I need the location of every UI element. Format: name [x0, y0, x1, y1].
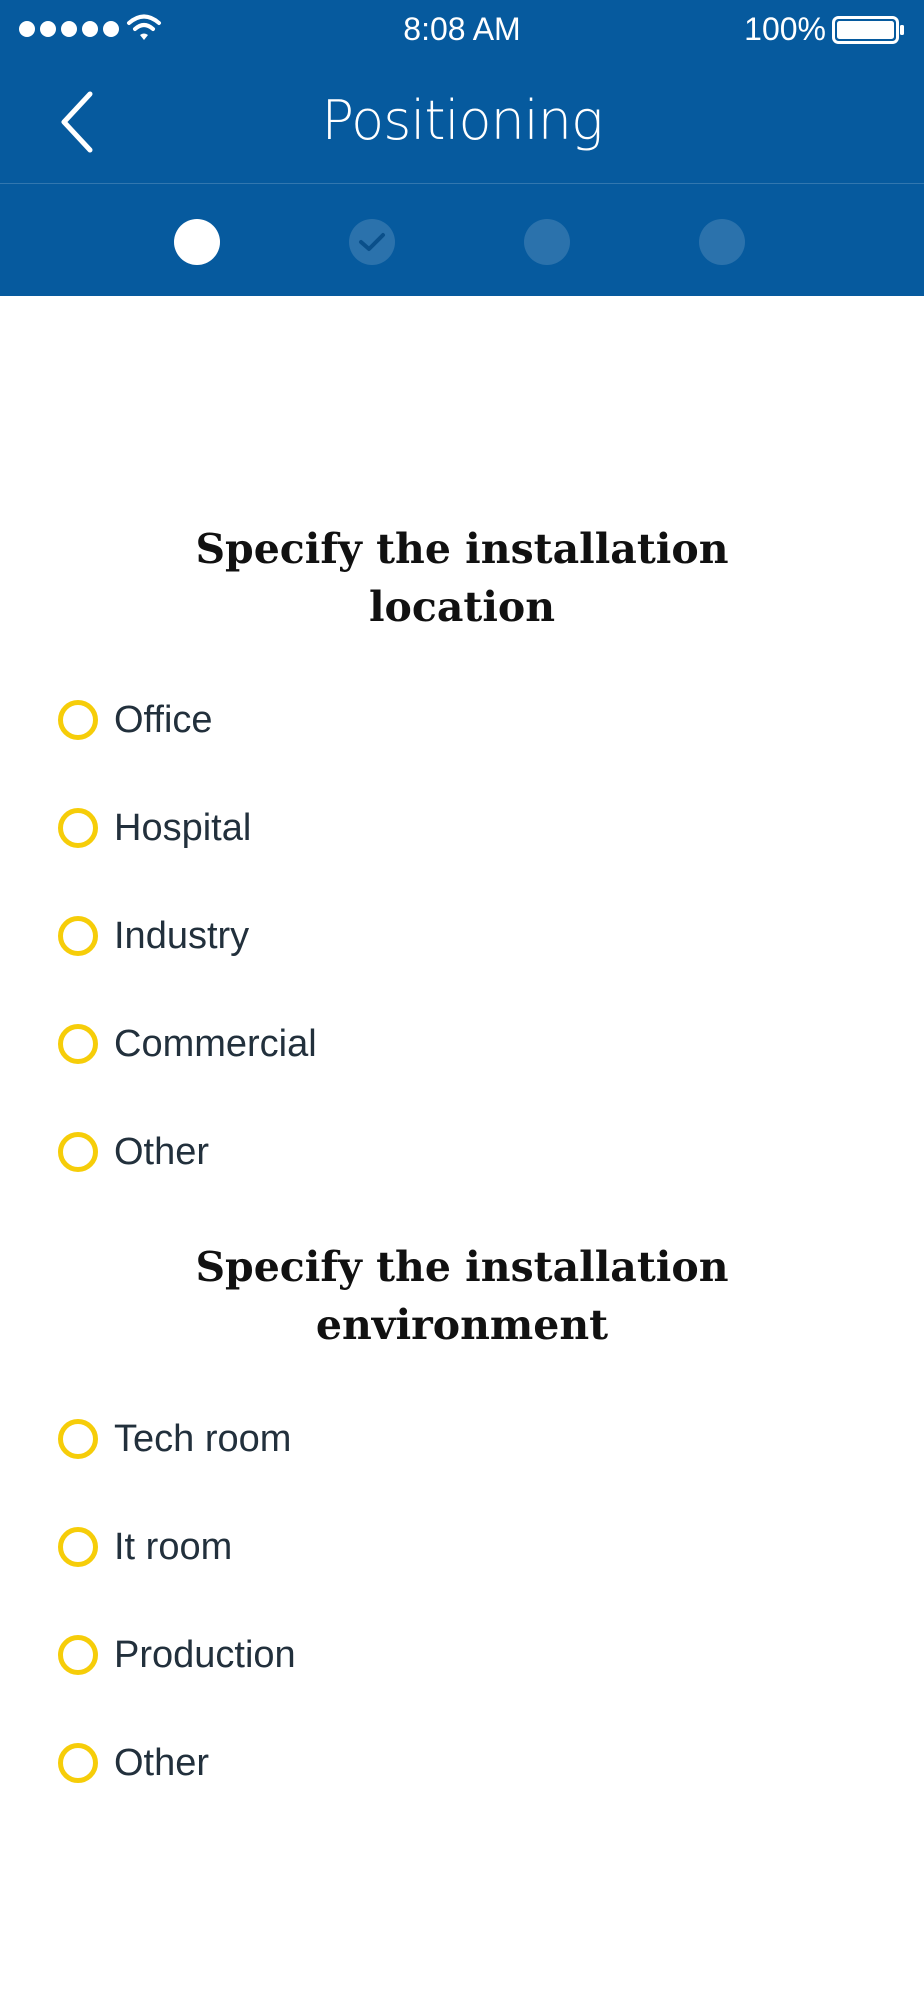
radio-button[interactable] [58, 916, 98, 956]
location-option-industry[interactable]: Industry [58, 906, 758, 966]
environment-section-title: Specify the installation environment [195, 1243, 729, 1349]
option-label: Industry [114, 914, 250, 957]
location-option-hospital[interactable]: Hospital [58, 798, 758, 858]
step-3-dot [524, 219, 570, 265]
step-2-dot [349, 219, 395, 265]
radio-button[interactable] [58, 1132, 98, 1172]
radio-button[interactable] [58, 808, 98, 848]
location-option-other[interactable]: Other [58, 1122, 758, 1182]
option-label: Hospital [114, 806, 252, 849]
step-1-dot [174, 219, 220, 265]
option-label: Other [114, 1130, 210, 1173]
radio-button[interactable] [58, 1024, 98, 1064]
environment-option-tech-room[interactable]: Tech room [58, 1409, 758, 1469]
navigation-bar: Positioning [0, 60, 924, 184]
option-label: Production [114, 1633, 296, 1676]
option-label: Commercial [114, 1022, 317, 1065]
page-title: Positioning [321, 89, 604, 152]
battery-percentage: 100% [744, 11, 826, 47]
location-option-commercial[interactable]: Commercial [58, 1014, 758, 1074]
radio-button[interactable] [58, 1743, 98, 1783]
radio-button[interactable] [58, 700, 98, 740]
environment-option-it-room[interactable]: It room [58, 1517, 758, 1577]
location-section-title: Specify the installation location [195, 525, 729, 631]
option-label: Office [114, 698, 213, 741]
environment-option-production[interactable]: Production [58, 1625, 758, 1685]
environment-option-other[interactable]: Other [58, 1733, 758, 1793]
status-bar: 8:08 AM 100% [0, 0, 924, 60]
radio-button[interactable] [58, 1419, 98, 1459]
radio-button[interactable] [58, 1527, 98, 1567]
option-label: Tech room [114, 1417, 292, 1460]
location-option-office[interactable]: Office [58, 690, 758, 750]
option-label: It room [114, 1525, 233, 1568]
radio-button[interactable] [58, 1635, 98, 1675]
option-label: Other [114, 1741, 210, 1784]
step-4-dot [699, 219, 745, 265]
battery-icon [832, 16, 904, 44]
app-header: 8:08 AM 100% Positioning [0, 0, 924, 296]
step-indicator [0, 184, 924, 296]
checkmark-icon [359, 233, 385, 251]
